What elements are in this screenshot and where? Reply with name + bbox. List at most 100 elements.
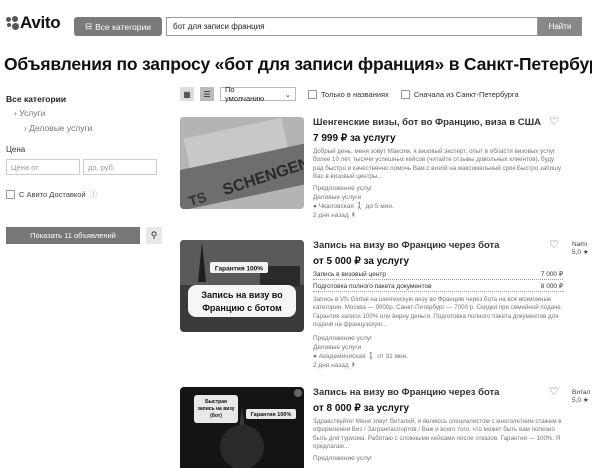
category-services-link[interactable]: › Услуги <box>14 108 170 118</box>
listing-price: от 5 000 ₽ за услугу <box>313 256 410 267</box>
grid-icon: ▦ <box>183 89 191 99</box>
map-pin-button[interactable]: ⚲ <box>146 227 162 244</box>
seller-name: Витал <box>572 389 591 396</box>
results-toolbar: ▦ ☰ По умолчанию ⌄ Только в названиях Сн… <box>180 85 519 103</box>
seller-info[interactable]: Nami 5,0 ★ <box>572 241 589 257</box>
avito-delivery-checkbox[interactable] <box>6 190 15 199</box>
listing-subcategory: Деловые услуги <box>313 193 362 201</box>
listing-price: 7 999 ₽ за услугу <box>313 133 396 144</box>
grid-view-button[interactable]: ▦ <box>180 87 194 101</box>
help-icon[interactable]: ⓘ <box>90 189 98 200</box>
package-name: Подготовка полного пакета документов <box>313 283 432 290</box>
avito-dots-icon <box>6 16 19 30</box>
walk-icon: 🚶 <box>367 352 376 360</box>
chevron-down-icon: ⌄ <box>284 89 291 99</box>
listing-card[interactable]: Гарантия 100% Запись на визу во Францию … <box>180 238 570 370</box>
only-titles-checkbox[interactable] <box>308 89 317 99</box>
favorite-heart-icon[interactable]: ♡ <box>549 238 559 251</box>
logo-text: Avito <box>20 13 61 32</box>
favorite-heart-icon[interactable]: ♡ <box>549 115 559 128</box>
listing-title[interactable]: Запись на визу во Францию через бота <box>313 240 563 251</box>
listing-image-bot[interactable]: Гарантия 100% Запись на визу во Францию … <box>180 240 304 332</box>
category-business-label: Деловые услуги <box>29 123 93 133</box>
avito-logo[interactable]: Avito <box>6 13 61 33</box>
package-row: Подготовка полного пакета документов 8 0… <box>313 282 563 292</box>
package-price: 8 000 ₽ <box>540 283 563 290</box>
walk-time: до 5 мин. <box>365 202 394 210</box>
listing-title[interactable]: Шенгенские визы, бот во Францию, виза в … <box>313 117 563 128</box>
listing-title[interactable]: Запись на визу во Францию через бота <box>313 387 563 398</box>
avito-delivery-checkbox-row[interactable]: С Авито Доставкой ⓘ <box>6 189 170 200</box>
seller-rating-value: 5,0 <box>572 249 582 256</box>
listing-image-bot-2[interactable]: Быстрая запись на визу (бот) Гарантия 10… <box>180 387 304 468</box>
menu-icon: ⊟ <box>85 21 93 31</box>
package-price: 7 000 ₽ <box>540 271 563 278</box>
listing-location: ● Академическая 🚶 от 31 мин. <box>313 352 409 360</box>
filters-sidebar: Все категории › Услуги › Деловые услуги … <box>0 90 170 200</box>
seller-rating: 5,0 ★ <box>572 397 590 405</box>
star-icon: ★ <box>582 397 589 404</box>
find-button-label: Найти <box>548 22 572 31</box>
only-titles-label: Только в названиях <box>321 89 389 99</box>
listing-category: Предложение услуг <box>313 334 373 342</box>
avito-delivery-label: С Авито Доставкой <box>19 190 86 199</box>
price-from-input[interactable]: Цена от <box>6 159 80 175</box>
categories-button-label: Все категории <box>95 21 151 32</box>
show-results-button[interactable]: Показать 11 объявлений <box>6 227 140 244</box>
sort-value: По умолчанию <box>225 85 265 103</box>
seller-rating: 5,0 ★ <box>572 249 589 257</box>
listing-location: ● Чкаловская 🚶 до 5 мин. <box>313 202 394 210</box>
listing-description: Здравствуйте! Меня зовут Виталий, я явля… <box>313 418 562 451</box>
spb-first-checkbox[interactable] <box>400 89 410 99</box>
listing-card[interactable]: Быстрая запись на визу (бот) Гарантия 10… <box>180 385 570 468</box>
search-input[interactable]: бот для записи франция <box>166 17 538 36</box>
all-categories-button[interactable]: ⊟ Все категории <box>74 17 162 36</box>
list-view-button[interactable]: ☰ <box>200 87 214 101</box>
package-row: Запись в визовый центр 7 000 ₽ <box>313 270 563 280</box>
thumb-badge-2: Гарантия 100% <box>251 412 292 418</box>
svg-text:(бот): (бот) <box>210 412 222 419</box>
listing-subcategory: Деловые услуги <box>313 343 362 351</box>
listing-time: 2 дня назад ⇞ <box>313 211 563 220</box>
svg-text:Запись на визу во: Запись на визу во <box>201 290 283 300</box>
search-input-value: бот для записи франция <box>173 22 265 31</box>
listing-time-text: 2 дня назад <box>313 211 349 219</box>
all-categories-link[interactable]: Все категории <box>6 94 170 104</box>
listing-time-text: 2 дня назад <box>313 361 349 369</box>
map-pin-icon: ⚲ <box>150 230 158 240</box>
price-label: Цена <box>6 145 26 154</box>
thumb-badge: Гарантия 100% <box>215 266 263 273</box>
sort-select[interactable]: По умолчанию ⌄ <box>220 85 296 103</box>
category-services-label: Услуги <box>19 108 46 118</box>
raise-icon: ⇞ <box>350 361 356 369</box>
listing-description: Добрый день, меня зовут Максим, я визовы… <box>313 148 562 181</box>
favorite-heart-icon[interactable]: ♡ <box>549 385 559 398</box>
listing-category: Предложение услуг <box>313 454 373 462</box>
find-button[interactable]: Найти <box>538 17 582 36</box>
walk-icon: 🚶 <box>355 202 364 210</box>
listing-category: Предложение услуг <box>313 184 373 192</box>
listing-card[interactable]: SCHENGEN TS Шенгенские визы, бот во Фран… <box>180 115 570 227</box>
package-name: Запись в визовый центр <box>313 271 387 278</box>
metro-station: Чкаловская <box>318 202 354 210</box>
walk-time: от 31 мин. <box>377 352 409 360</box>
raise-icon: ⇞ <box>350 211 356 219</box>
svg-text:Францию с ботом: Францию с ботом <box>202 303 282 313</box>
listing-image-visa[interactable]: SCHENGEN TS <box>180 117 304 209</box>
seller-rating-value: 5,0 <box>572 397 582 404</box>
seller-name: Nami <box>572 241 588 248</box>
metro-station: Академическая <box>318 352 366 360</box>
listing-description: Запись в Vfs Global на шенгенскую визу в… <box>313 296 563 329</box>
list-icon: ☰ <box>203 89 211 99</box>
only-titles-filter[interactable]: Только в названиях <box>308 89 389 99</box>
svg-text:запись на визу: запись на визу <box>197 406 234 412</box>
spb-first-filter[interactable]: Сначала из Санкт-Петербурга <box>400 89 519 99</box>
category-business-services-link[interactable]: › Деловые услуги <box>24 123 170 133</box>
page-title: Объявления по запросу «бот для записи фр… <box>4 54 592 74</box>
spb-first-label: Сначала из Санкт-Петербурга <box>413 89 519 99</box>
listing-time: 2 дня назад ⇞ <box>313 361 563 370</box>
seller-info[interactable]: Витал 5,0 ★ <box>572 389 590 405</box>
price-to-input[interactable]: до, руб. <box>83 159 157 175</box>
star-icon: ★ <box>582 249 589 256</box>
listing-price: от 8 000 ₽ за услугу <box>313 403 410 414</box>
